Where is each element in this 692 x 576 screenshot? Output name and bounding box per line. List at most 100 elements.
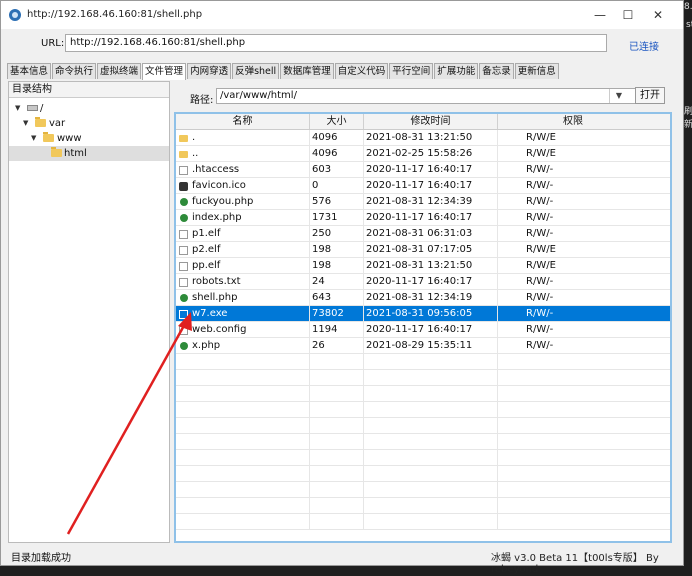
tab-0[interactable]: 基本信息: [7, 63, 52, 79]
close-button[interactable]: ✕: [645, 5, 671, 25]
file-name-cell: .: [176, 130, 310, 145]
table-row[interactable]: shell.php 643 2021-08-31 12:34:19 R/W/-: [176, 290, 670, 306]
table-row[interactable]: .htaccess 603 2020-11-17 16:40:17 R/W/-: [176, 162, 670, 178]
tree-node-html[interactable]: html: [9, 146, 169, 161]
file-mtime-cell: 2020-11-17 16:40:17: [364, 178, 498, 193]
empty-cell: [310, 402, 364, 417]
table-row[interactable]: robots.txt 24 2020-11-17 16:40:17 R/W/-: [176, 274, 670, 290]
minimize-button[interactable]: —: [587, 5, 613, 25]
empty-cell: [310, 466, 364, 481]
table-row[interactable]: .. 4096 2021-02-25 15:58:26 R/W/E: [176, 146, 670, 162]
open-button[interactable]: 打开: [635, 87, 665, 104]
background-strip: [684, 0, 692, 576]
file-perm-cell: R/W/-: [526, 308, 554, 319]
empty-cell: [364, 434, 498, 449]
tree-node-var[interactable]: ▼ var: [9, 116, 169, 131]
table-row[interactable]: pp.elf 198 2021-08-31 13:21:50 R/W/E: [176, 258, 670, 274]
php-file-icon: [180, 294, 188, 302]
tab-6[interactable]: 数据库管理: [280, 63, 334, 79]
expand-arrow-icon[interactable]: ▼: [23, 116, 28, 131]
file-size-cell: 26: [310, 338, 364, 353]
tab-4[interactable]: 内网穿透: [187, 63, 232, 79]
empty-row: [176, 354, 670, 370]
tree-node-root[interactable]: ▼ /: [9, 101, 169, 116]
connection-status[interactable]: 已连接: [629, 38, 659, 53]
file-perm-cell: R/W/E: [526, 244, 556, 255]
file-name-cell: fuckyou.php: [176, 194, 310, 209]
file-icon: [179, 230, 188, 239]
tab-7[interactable]: 自定义代码: [334, 63, 389, 79]
table-row[interactable]: x.php 26 2021-08-29 15:35:11 R/W/-: [176, 338, 670, 354]
tab-3[interactable]: 文件管理: [142, 63, 187, 80]
file-name-cell: web.config: [176, 322, 310, 337]
file-name: w7.exe: [192, 308, 228, 319]
table-row[interactable]: web.config 1194 2020-11-17 16:40:17 R/W/-: [176, 322, 670, 338]
app-logo-icon: [9, 9, 21, 21]
file-perm-cell: R/W/E: [526, 132, 556, 143]
empty-cell: [176, 402, 310, 417]
table-row[interactable]: favicon.ico 0 2020-11-17 16:40:17 R/W/-: [176, 178, 670, 194]
empty-cell: [176, 434, 310, 449]
column-header-name[interactable]: 名称: [176, 114, 310, 129]
tab-1[interactable]: 命令执行: [52, 63, 97, 79]
file-name-cell: p2.elf: [176, 242, 310, 257]
tree-label: html: [64, 148, 87, 159]
empty-cell: [310, 450, 364, 465]
file-name-cell: pp.elf: [176, 258, 310, 273]
file-size-cell: 576: [310, 194, 364, 209]
url-input[interactable]: http://192.168.46.160:81/shell.php: [65, 34, 607, 52]
file-name: x.php: [192, 340, 221, 351]
table-row[interactable]: p1.elf 250 2021-08-31 06:31:03 R/W/-: [176, 226, 670, 242]
file-table: 名称 大小 修改时间 权限 . 4096 2021-08-31 13:21:50 R/…: [174, 112, 672, 543]
empty-cell: [498, 370, 648, 385]
tab-2[interactable]: 虚拟终端: [97, 63, 142, 79]
file-mtime-cell: 2021-08-31 13:21:50: [364, 130, 498, 145]
url-row: URL: http://192.168.46.160:81/shell.php …: [1, 29, 683, 61]
column-header-size[interactable]: 大小: [310, 114, 364, 129]
empty-cell: [176, 498, 310, 513]
empty-cell: [176, 482, 310, 497]
tab-10[interactable]: 备忘录: [479, 63, 514, 79]
empty-cell: [364, 370, 498, 385]
tree-header: 目录结构: [9, 82, 169, 98]
table-row[interactable]: w7.exe 73802 2021-08-31 09:56:05 R/W/-: [176, 306, 670, 322]
file-name-cell: favicon.ico: [176, 178, 310, 193]
image-file-icon: [179, 182, 188, 191]
path-label: 路径:: [190, 95, 214, 106]
empty-cell: [364, 466, 498, 481]
empty-cell: [310, 434, 364, 449]
empty-cell: [364, 450, 498, 465]
path-input[interactable]: /var/www/html/: [216, 88, 638, 104]
empty-cell: [498, 386, 648, 401]
column-header-mtime[interactable]: 修改时间: [364, 114, 498, 129]
expand-arrow-icon[interactable]: ▼: [15, 101, 20, 116]
column-header-perm[interactable]: 权限: [498, 114, 648, 129]
file-name: .htaccess: [192, 164, 240, 175]
empty-row: [176, 498, 670, 514]
tab-9[interactable]: 扩展功能: [434, 63, 479, 79]
path-dropdown-icon[interactable]: ▼: [609, 89, 628, 103]
tab-11[interactable]: 更新信息: [514, 63, 559, 79]
table-row[interactable]: index.php 1731 2020-11-17 16:40:17 R/W/-: [176, 210, 670, 226]
maximize-button[interactable]: ☐: [615, 5, 641, 25]
tab-5[interactable]: 反弹shell: [232, 63, 280, 79]
empty-row: [176, 450, 670, 466]
tab-8[interactable]: 平行空间: [389, 63, 434, 79]
empty-cell: [176, 354, 310, 369]
file-name-cell: x.php: [176, 338, 310, 353]
empty-cell: [176, 418, 310, 433]
file-size-cell: 1194: [310, 322, 364, 337]
tree-node-www[interactable]: ▼ www: [9, 131, 169, 146]
empty-cell: [176, 386, 310, 401]
empty-cell: [498, 450, 648, 465]
empty-cell: [310, 498, 364, 513]
php-file-icon: [180, 214, 188, 222]
table-row[interactable]: . 4096 2021-08-31 13:21:50 R/W/E: [176, 130, 670, 146]
background-text: 刷新: [684, 107, 692, 130]
table-row[interactable]: fuckyou.php 576 2021-08-31 12:34:39 R/W/-: [176, 194, 670, 210]
table-row[interactable]: p2.elf 198 2021-08-31 07:17:05 R/W/E: [176, 242, 670, 258]
expand-arrow-icon[interactable]: ▼: [31, 131, 36, 146]
file-size-cell: 1731: [310, 210, 364, 225]
file-perm-cell: R/W/-: [526, 228, 554, 239]
empty-cell: [498, 418, 648, 433]
